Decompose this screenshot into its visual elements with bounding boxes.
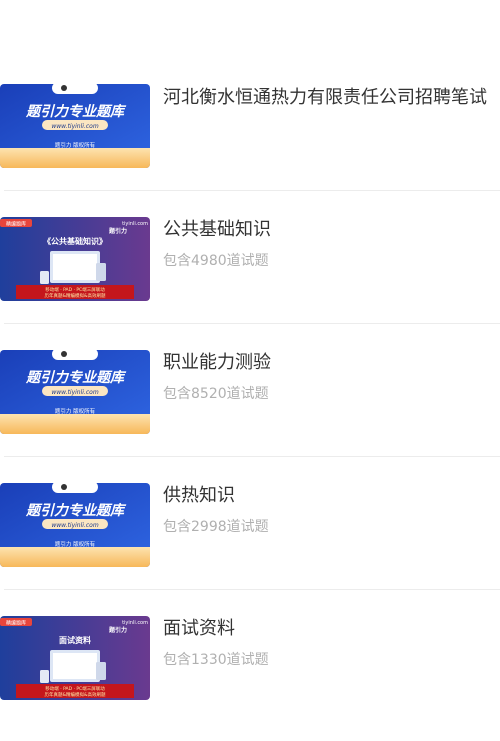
thumb-logo-text: 题引力 xyxy=(108,227,127,235)
thumb-url-text: www.tiyinli.com xyxy=(51,522,98,529)
thumb-url-text: www.tiyinli.com xyxy=(51,389,98,396)
item-title[interactable]: 河北衡水恒通热力有限责任公司招聘笔试 xyxy=(163,86,500,110)
thumb-footer-text: 题引力 版权所有 xyxy=(55,540,96,548)
thumb-tag-text: 精编题库 xyxy=(6,619,26,626)
list-item[interactable]: 题引力专业题库 www.tiyinli.com 题引力 版权所有 河北衡水恒通热… xyxy=(0,58,500,191)
item-text: 河北衡水恒通热力有限责任公司招聘笔试 xyxy=(163,86,500,110)
thumb-footer-text: 题引力 版权所有 xyxy=(55,407,96,415)
thumbnail-tiyinli[interactable]: 题引力专业题库 www.tiyinli.com 题引力 版权所有 xyxy=(0,483,150,567)
item-text: 供热知识 包含2998道试题 xyxy=(163,484,500,537)
thumb-heading-text: 《公共基础知识》 xyxy=(43,236,107,246)
thumbnail-tiyinli[interactable]: 题引力专业题库 www.tiyinli.com 题引力 版权所有 xyxy=(0,350,150,434)
thumbnail-course[interactable]: 精编题库 tiyinli.com 题引力 面试资料 移动端 · PAD · PC… xyxy=(0,616,150,700)
item-count: 包含8520道试题 xyxy=(163,386,269,402)
item-title[interactable]: 公共基础知识 xyxy=(163,218,500,242)
thumb-banner1-text: 移动端 · PAD · PC端三屏联动 xyxy=(45,685,105,692)
item-title[interactable]: 职业能力测验 xyxy=(163,351,500,375)
list-item[interactable]: 精编题库 tiyinli.com 题引力 《公共基础知识》 移动端 · PAD … xyxy=(0,191,500,324)
thumb-brand-text: 题引力专业题库 xyxy=(25,103,127,120)
list-item[interactable]: 精编题库 tiyinli.com 题引力 面试资料 移动端 · PAD · PC… xyxy=(0,590,500,723)
thumb-brand-text: 题引力专业题库 xyxy=(25,502,127,519)
item-count: 包含1330道试题 xyxy=(163,652,269,668)
item-text: 职业能力测验 包含8520道试题 xyxy=(163,351,500,404)
thumb-site-text: tiyinli.com xyxy=(122,221,148,227)
thumb-site-text: tiyinli.com xyxy=(122,620,148,626)
thumbnail-tiyinli[interactable]: 题引力专业题库 www.tiyinli.com 题引力 版权所有 xyxy=(0,84,150,168)
item-text: 面试资料 包含1330道试题 xyxy=(163,617,500,670)
item-title[interactable]: 面试资料 xyxy=(163,617,500,641)
thumb-logo-text: 题引力 xyxy=(108,626,127,634)
thumb-footer-text: 题引力 版权所有 xyxy=(55,141,96,149)
thumb-heading-text: 面试资料 xyxy=(59,635,91,645)
item-count: 包含2998道试题 xyxy=(163,519,269,535)
item-count: 包含4980道试题 xyxy=(163,253,269,269)
thumb-banner2-text: 历年真题&精编模拟&高效刷题 xyxy=(44,691,106,698)
thumb-banner1-text: 移动端 · PAD · PC端三屏联动 xyxy=(45,286,105,293)
item-text: 公共基础知识 包含4980道试题 xyxy=(163,218,500,271)
list-item[interactable]: 题引力专业题库 www.tiyinli.com 题引力 版权所有 职业能力测验 … xyxy=(0,324,500,457)
list-item[interactable]: 题引力专业题库 www.tiyinli.com 题引力 版权所有 供热知识 包含… xyxy=(0,457,500,590)
thumb-url-text: www.tiyinli.com xyxy=(51,123,98,130)
thumb-brand-text: 题引力专业题库 xyxy=(25,369,127,386)
thumb-tag-text: 精编题库 xyxy=(6,220,26,227)
thumbnail-course[interactable]: 精编题库 tiyinli.com 题引力 《公共基础知识》 移动端 · PAD … xyxy=(0,217,150,301)
item-title[interactable]: 供热知识 xyxy=(163,484,500,508)
thumb-banner2-text: 历年真题&精编模拟&高效刷题 xyxy=(44,292,106,299)
question-bank-list: 题引力专业题库 www.tiyinli.com 题引力 版权所有 河北衡水恒通热… xyxy=(0,58,500,723)
